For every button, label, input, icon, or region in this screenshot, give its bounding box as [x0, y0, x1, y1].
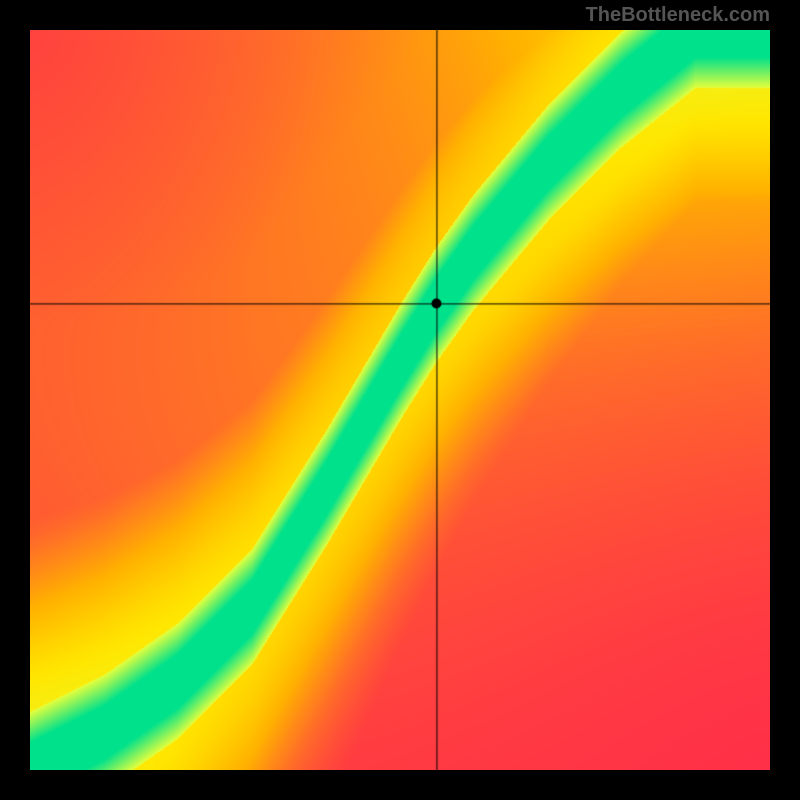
heatmap-plot [30, 30, 770, 770]
watermark-text: TheBottleneck.com [586, 4, 770, 27]
chart-frame: TheBottleneck.com [0, 0, 800, 800]
heatmap-canvas [30, 30, 770, 770]
